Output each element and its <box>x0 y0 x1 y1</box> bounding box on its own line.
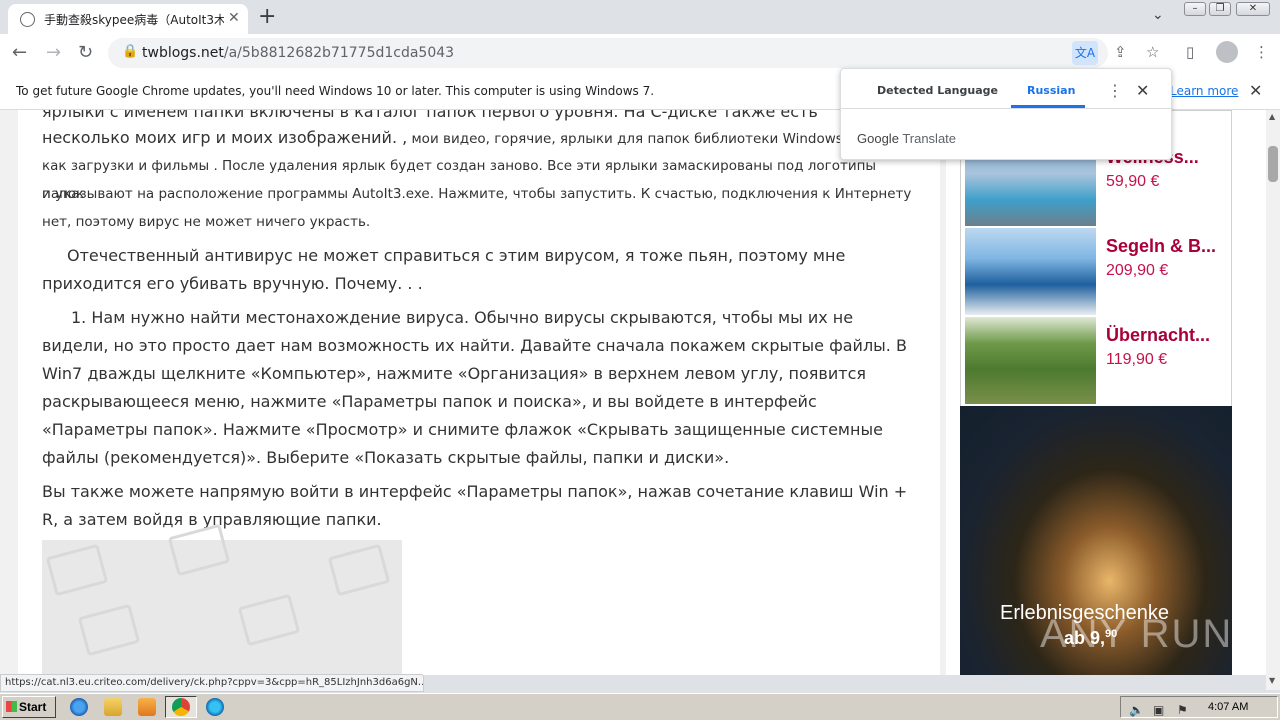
image-placeholder-icon <box>45 543 109 597</box>
ad-item[interactable]: Segeln & B... 209,90 € <box>963 228 1229 316</box>
article-line: несколько моих игр и моих изображений. ,… <box>42 128 893 147</box>
reload-icon[interactable]: ↻ <box>78 42 93 63</box>
ad-item[interactable]: Übernacht... 119,90 € <box>963 317 1229 405</box>
edge-icon[interactable] <box>206 698 224 716</box>
translate-close-icon[interactable]: ✕ <box>1136 81 1149 100</box>
scroll-thumb[interactable] <box>1268 146 1278 182</box>
translate-menu-icon[interactable]: ⋮ <box>1107 81 1123 100</box>
internet-explorer-icon[interactable] <box>70 698 88 716</box>
clock[interactable]: 4:07 AM <box>1208 701 1248 713</box>
lock-icon[interactable]: 🔒 <box>122 44 138 59</box>
web-page: ярлыки с именем папки включены в каталог… <box>0 110 1266 675</box>
tab-detected-language[interactable]: Detected Language <box>877 84 998 97</box>
windows-flag-icon <box>6 701 17 712</box>
translate-icon[interactable]: 文A <box>1072 41 1098 65</box>
infobar-message: To get future Google Chrome updates, you… <box>16 84 655 98</box>
close-window-button[interactable]: ✕ <box>1236 2 1270 16</box>
anyrun-watermark: ANY RUN <box>1040 612 1234 656</box>
volume-icon[interactable]: 🔈 <box>1129 703 1144 717</box>
browser-tab[interactable]: 手動查殺skypee病毒（AutoIt3木馬 ✕ <box>8 4 248 34</box>
scroll-down-icon[interactable]: ▼ <box>1269 676 1275 685</box>
chrome-icon <box>172 698 190 716</box>
infobar-close-icon[interactable]: ✕ <box>1249 81 1262 100</box>
back-icon[interactable]: ← <box>12 42 27 63</box>
article-paragraph: Отечественный антивирус не может справит… <box>42 246 846 293</box>
article-line: и указывают на расположение программы Au… <box>42 186 912 202</box>
file-explorer-icon[interactable] <box>104 698 122 716</box>
browser-toolbar: ← → ↻ 🔒 twblogs.net/a/5b8812682b71775d1c… <box>0 34 1280 72</box>
translate-popup: Detected Language Russian ⋮ ✕ Google Tra… <box>840 68 1173 160</box>
new-tab-icon[interactable]: + <box>258 4 276 29</box>
maximize-button[interactable]: ❐ <box>1209 2 1231 16</box>
ad-thumbnail[interactable] <box>965 228 1096 315</box>
page-scrollbar[interactable]: ▲ ▼ <box>1266 110 1280 690</box>
flag-icon[interactable]: ⚑ <box>1177 703 1188 717</box>
menu-kebab-icon[interactable]: ⋮ <box>1254 43 1269 61</box>
ad-price: 59,90 € <box>1106 173 1160 190</box>
windows-taskbar: Start 🔈 ▣ ⚑ 4:07 AM <box>0 693 1280 720</box>
share-icon[interactable]: ⇪ <box>1114 43 1127 61</box>
learn-more-link[interactable]: Learn more <box>1170 84 1238 98</box>
image-placeholder-icon <box>77 603 141 657</box>
scroll-up-icon[interactable]: ▲ <box>1269 112 1275 121</box>
side-panel-icon[interactable]: ▯ <box>1186 43 1194 61</box>
minimize-button[interactable]: – <box>1184 2 1206 16</box>
address-bar[interactable]: 🔒 twblogs.net/a/5b8812682b71775d1cda5043… <box>108 38 1159 68</box>
divider <box>841 108 1173 109</box>
system-tray: 🔈 ▣ ⚑ <box>1120 696 1278 718</box>
sidebar: Wellness... 59,90 € Segeln & B... 209,90… <box>946 110 1266 675</box>
media-player-icon[interactable] <box>138 698 156 716</box>
ad-title[interactable]: Segeln & B... <box>1106 236 1216 257</box>
article-paragraph: Вы также можете напрямую войти в интерфе… <box>42 482 908 529</box>
status-url: https://cat.nl3.eu.criteo.com/delivery/c… <box>0 674 424 692</box>
start-button[interactable]: Start <box>2 696 56 718</box>
article-body: ярлыки с именем папки включены в каталог… <box>18 110 940 675</box>
bookmark-star-icon[interactable]: ☆ <box>1146 43 1159 61</box>
article-paragraph: 1. Нам нужно найти местонахождение вирус… <box>42 308 907 467</box>
url-text[interactable]: twblogs.net/a/5b8812682b71775d1cda5043 <box>142 45 454 61</box>
tab-close-icon[interactable]: ✕ <box>228 10 240 26</box>
tab-title: 手動查殺skypee病毒（AutoIt3木馬 <box>44 13 224 27</box>
image-placeholder-icon <box>237 593 301 647</box>
image-placeholder-icon <box>327 543 391 597</box>
network-icon[interactable]: ▣ <box>1153 703 1164 717</box>
favicon-icon <box>20 12 35 27</box>
chrome-taskbar-button[interactable] <box>165 696 197 718</box>
google-translate-brand: Google Translate <box>857 131 957 146</box>
forward-icon[interactable]: → <box>46 42 61 63</box>
ad-price: 209,90 € <box>1106 262 1169 279</box>
tab-search-chevron-icon[interactable]: ⌄ <box>1152 7 1164 23</box>
ad-price: 119,90 € <box>1106 351 1168 368</box>
profile-avatar[interactable] <box>1216 41 1238 63</box>
ad-title[interactable]: Übernacht... <box>1106 325 1210 346</box>
tab-strip: 手動查殺skypee病毒（AutoIt3木馬 ✕ + ⌄ – ❐ ✕ <box>0 0 1280 34</box>
tab-russian[interactable]: Russian <box>1027 84 1075 97</box>
ad-thumbnail[interactable] <box>965 317 1096 404</box>
article-line: нет, поэтому вирус не может ничего украс… <box>42 214 371 230</box>
image-placeholder <box>42 523 402 675</box>
